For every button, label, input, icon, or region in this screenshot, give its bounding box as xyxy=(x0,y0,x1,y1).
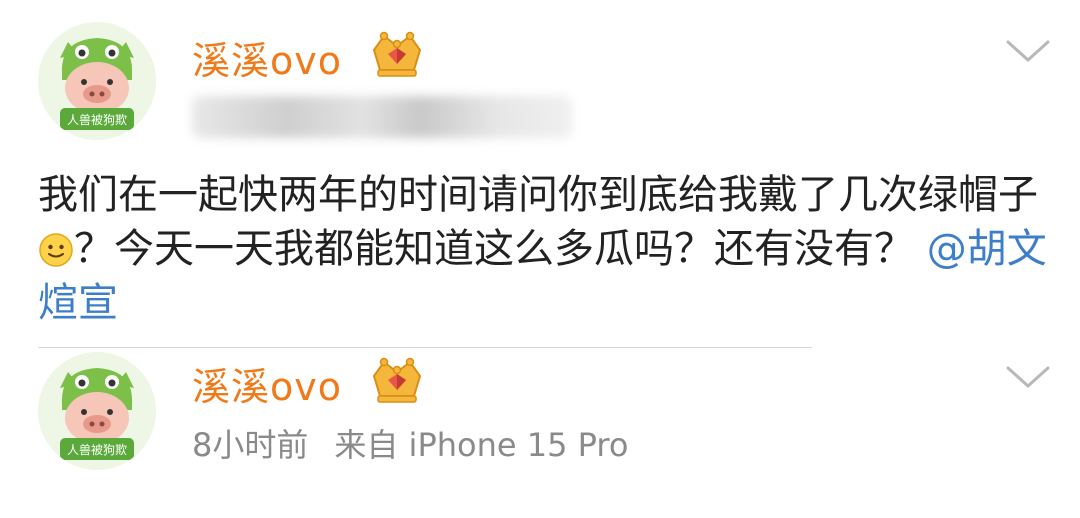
avatar-caption: 人兽被狗欺 xyxy=(67,443,127,457)
post-source[interactable]: 来自 iPhone 15 Pro xyxy=(334,426,628,464)
chevron-down-icon[interactable] xyxy=(1004,362,1052,392)
user-avatar[interactable]: 人兽被狗欺 xyxy=(38,352,156,470)
post-content-cutoff xyxy=(38,488,678,518)
pig-avatar-icon: 人兽被狗欺 xyxy=(38,352,156,470)
crown-badge-icon[interactable] xyxy=(368,356,426,406)
weibo-post-2: 人兽被狗欺 溪溪ovo 8小时前 来自 iPhone 15 Pro xyxy=(0,0,1080,504)
username[interactable]: 溪溪ovo xyxy=(192,356,342,411)
post-meta: 8小时前 来自 iPhone 15 Pro xyxy=(192,420,654,466)
post-time: 8小时前 xyxy=(192,426,309,464)
